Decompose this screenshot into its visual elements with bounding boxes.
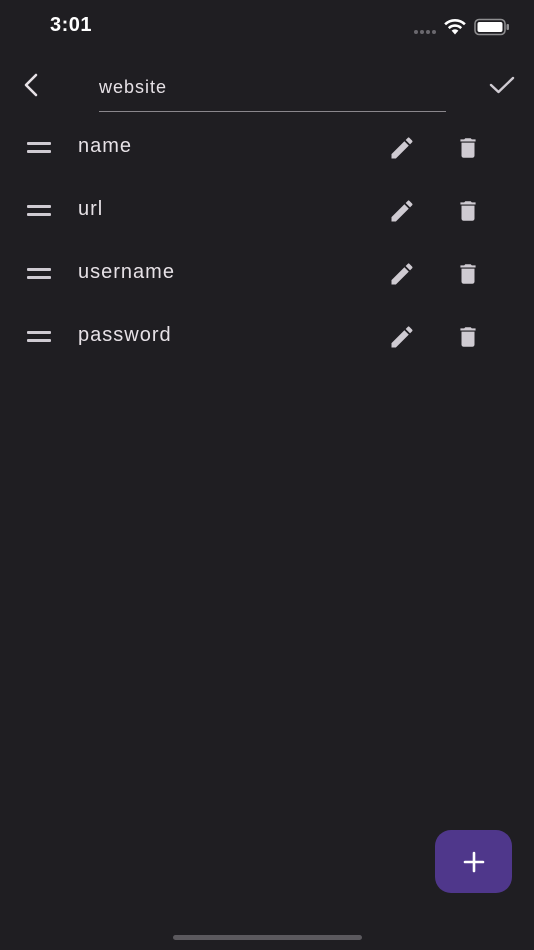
field-row-url: url — [0, 179, 534, 242]
wifi-icon — [444, 18, 466, 35]
drag-handle-icon[interactable] — [24, 262, 54, 284]
edit-button[interactable] — [386, 321, 418, 353]
edit-button[interactable] — [386, 132, 418, 164]
pencil-icon — [391, 263, 413, 285]
field-label: username — [78, 261, 175, 283]
delete-button[interactable] — [452, 258, 484, 290]
edit-button[interactable] — [386, 258, 418, 290]
trash-icon — [460, 201, 476, 221]
edit-button[interactable] — [386, 195, 418, 227]
chevron-left-icon — [24, 73, 38, 97]
drag-handle-icon[interactable] — [24, 199, 54, 221]
delete-button[interactable] — [452, 321, 484, 353]
delete-button[interactable] — [452, 195, 484, 227]
drag-handle-icon[interactable] — [24, 136, 54, 158]
status-bar: 3:01 — [0, 0, 534, 56]
delete-button[interactable] — [452, 132, 484, 164]
trash-icon — [460, 138, 476, 158]
pencil-icon — [391, 326, 413, 348]
title-input[interactable] — [99, 66, 446, 106]
back-button[interactable] — [14, 66, 50, 104]
field-row-name: name — [0, 116, 534, 179]
plus-icon — [463, 851, 484, 872]
field-label: url — [78, 198, 104, 220]
title-field[interactable] — [99, 66, 446, 112]
screen: 3:01 name — [0, 0, 534, 950]
drag-handle-icon[interactable] — [24, 325, 54, 347]
field-list: name url username password — [0, 116, 534, 368]
field-label: name — [78, 135, 133, 157]
field-row-username: username — [0, 242, 534, 305]
battery-icon — [474, 18, 509, 36]
pencil-icon — [391, 200, 413, 222]
confirm-button[interactable] — [484, 66, 520, 104]
check-icon — [489, 76, 515, 94]
trash-icon — [460, 264, 476, 284]
pencil-icon — [391, 137, 413, 159]
field-label: password — [78, 324, 172, 346]
home-indicator — [173, 935, 362, 940]
add-field-button[interactable] — [435, 830, 512, 893]
trash-icon — [460, 327, 476, 347]
signal-dots-icon — [414, 30, 436, 34]
status-time: 3:01 — [50, 14, 93, 36]
field-row-password: password — [0, 305, 534, 368]
